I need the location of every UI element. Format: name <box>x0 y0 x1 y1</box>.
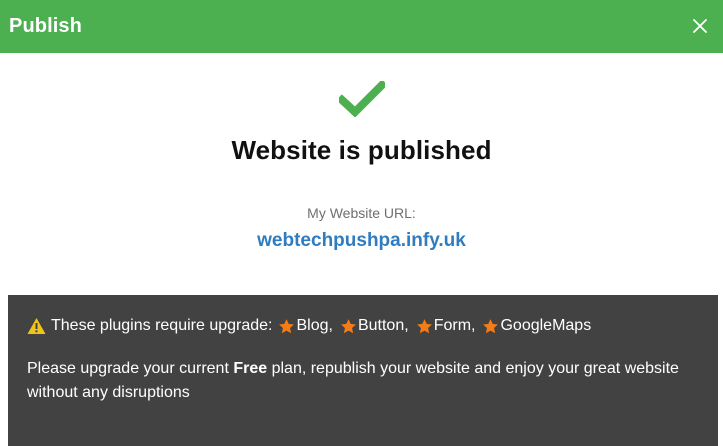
plugin-blog: Blog, <box>278 316 339 336</box>
plugin-name: Form <box>433 317 472 334</box>
plugins-intro-text: These plugins require upgrade: <box>51 317 273 334</box>
published-heading: Website is published <box>231 135 492 165</box>
upgrade-message: Please upgrade your current Free plan, r… <box>27 357 707 405</box>
website-url-link[interactable]: webtechpushpa.infy.uk <box>257 230 466 252</box>
plugin-button: Button, <box>340 316 416 336</box>
website-url-label: My Website URL: <box>307 205 416 221</box>
warning-icon <box>27 317 46 335</box>
star-icon <box>278 318 295 335</box>
dialog-body: Website is published My Website URL: web… <box>0 53 723 295</box>
plugin-form: Form, <box>416 316 483 336</box>
dialog-header: Publish <box>0 0 723 53</box>
plugin-name: Button <box>357 317 405 334</box>
close-icon <box>693 18 707 33</box>
star-icon <box>416 318 433 335</box>
upgrade-notice: These plugins require upgrade: Blog, But… <box>8 295 718 446</box>
publish-dialog: Publish Website is published My Website … <box>0 0 723 446</box>
success-indicator <box>0 81 723 121</box>
star-icon <box>340 318 357 335</box>
star-icon <box>482 318 499 335</box>
close-button[interactable] <box>689 15 711 37</box>
plugin-googlemaps: GoogleMaps <box>482 316 591 336</box>
upgrade-message-start: Please upgrade your current <box>27 360 234 377</box>
checkmark-icon <box>338 81 385 117</box>
plugin-name: Blog <box>296 317 329 334</box>
plugin-name: GoogleMaps <box>500 317 592 334</box>
dialog-title: Publish <box>9 15 82 37</box>
plugins-upgrade-row: These plugins require upgrade: Blog, But… <box>27 316 718 336</box>
current-plan-name: Free <box>233 360 268 377</box>
